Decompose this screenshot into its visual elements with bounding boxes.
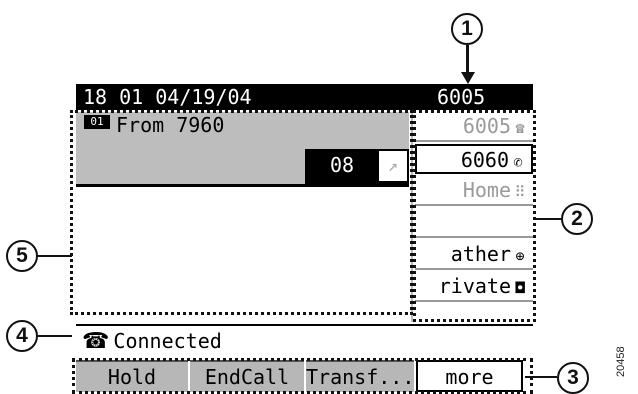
callout-5: 5: [6, 240, 38, 272]
callout-2: 2: [561, 203, 593, 235]
line-button-private[interactable]: rivate ◘: [415, 272, 533, 302]
leader-line-2: [533, 218, 561, 220]
speed-dial-icon: ⠿: [514, 183, 526, 201]
handset-icon: ✆: [513, 153, 523, 171]
primary-extension: 6005: [437, 85, 486, 109]
line-button-6060[interactable]: 6060 ✆: [415, 144, 533, 174]
line-button-empty[interactable]: [415, 208, 533, 238]
call-timer: 08: [330, 153, 355, 177]
leader-line-5: [38, 255, 72, 257]
status-separator: [76, 324, 533, 326]
figure-code: 20458: [615, 346, 627, 378]
call-state-icon: ↗: [379, 151, 407, 181]
status-line: ☎ Connected: [82, 329, 222, 354]
line-button-weather[interactable]: ather ⊕: [415, 240, 533, 270]
hold-softkey[interactable]: Hold: [76, 360, 188, 392]
phone-icon: ☎: [515, 119, 525, 137]
more-softkey[interactable]: more: [416, 360, 523, 392]
callout-4: 4: [6, 320, 38, 352]
handset-icon: ☎: [82, 329, 110, 354]
transfer-softkey[interactable]: Transf...: [306, 360, 414, 392]
leader-line-4: [38, 335, 72, 337]
line-button-home[interactable]: Home ⠿: [415, 176, 533, 206]
caller-id: From 7960: [116, 113, 225, 137]
callout-1: 1: [451, 13, 483, 45]
call-separator: [76, 184, 409, 187]
leader-line-3: [525, 376, 557, 378]
line-label: ather: [450, 242, 511, 266]
date-time: 18 01 04/19/04: [83, 85, 252, 109]
header-bar: 18 01 04/19/04 6005: [76, 84, 533, 110]
line-label: 6005: [462, 114, 511, 138]
line-divider: [411, 112, 413, 322]
endcall-softkey[interactable]: EndCall: [190, 360, 304, 392]
line-button-6005[interactable]: 6005 ☎: [415, 112, 533, 142]
line-label: Home: [462, 178, 511, 202]
status-text: Connected: [113, 329, 222, 353]
line-number-icon: 01: [84, 115, 110, 129]
callout-3: 3: [557, 362, 589, 394]
leader-arrow-1: [461, 72, 475, 84]
service-icon: ◘: [515, 279, 525, 297]
softkey-bar: Hold EndCall Transf... more: [76, 360, 533, 392]
phone-screen: 18 01 04/19/04 6005 01 From 7960 08 ↗ 60…: [76, 84, 533, 393]
line-label: 6060: [460, 148, 509, 172]
leader-line-1: [466, 45, 469, 75]
call-info-panel[interactable]: 01 From 7960 08 ↗: [76, 112, 409, 184]
line-label: rivate: [438, 274, 511, 298]
globe-icon: ⊕: [515, 247, 525, 265]
